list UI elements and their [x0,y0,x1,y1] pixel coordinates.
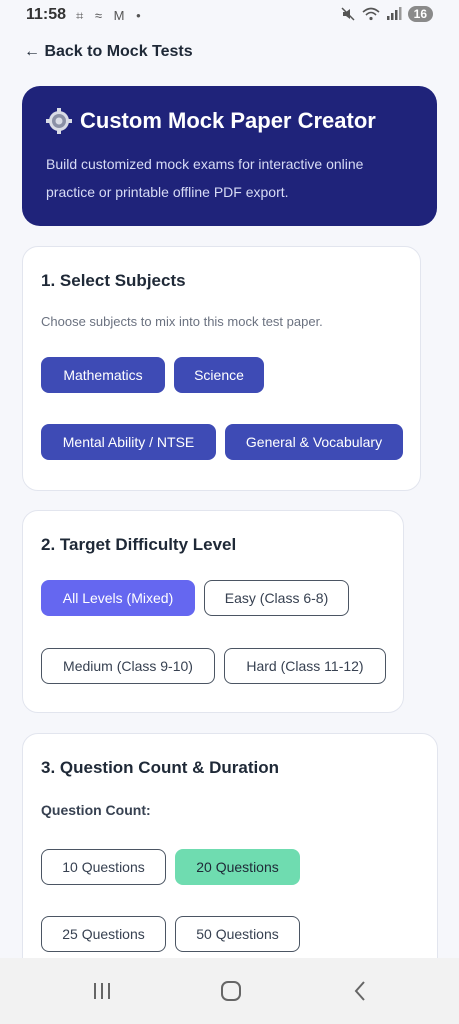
hero-title-text: Custom Mock Paper Creator [80,108,376,133]
subject-chip-mental-ability[interactable]: Mental Ability / NTSE [41,424,216,460]
signal-icon [386,7,402,20]
recent-apps-button[interactable] [82,976,122,1006]
difficulty-card: 2. Target Difficulty Level All Levels (M… [22,510,404,713]
home-button[interactable] [211,976,251,1006]
difficulty-chip-hard[interactable]: Hard (Class 11-12) [224,648,386,684]
subject-chip-science[interactable]: Science [174,357,264,393]
mute-icon [341,7,355,21]
question-count-title: 3. Question Count & Duration [41,758,279,777]
subjects-subtitle: Choose subjects to mix into this mock te… [41,314,323,329]
count-chip-10[interactable]: 10 Questions [41,849,166,885]
subjects-title: 1. Select Subjects [41,271,186,290]
difficulty-chip-easy[interactable]: Easy (Class 6-8) [204,580,349,616]
count-chip-20[interactable]: 20 Questions [175,849,300,885]
subject-chip-general-vocabulary[interactable]: General & Vocabulary [225,424,403,460]
question-count-card: 3. Question Count & Duration Question Co… [22,733,438,993]
difficulty-title: 2. Target Difficulty Level [41,535,237,554]
hero-description: Build customized mock exams for interact… [46,156,364,200]
system-nav-bar [0,958,459,1024]
status-bar: 11:58 ⌗ ≈ M • 16 [0,0,459,32]
difficulty-chip-all-levels[interactable]: All Levels (Mixed) [41,580,195,616]
recent-apps-icon [94,983,110,999]
count-chip-25[interactable]: 25 Questions [41,916,166,952]
page-title: Custom Mock Paper Creator [46,108,413,134]
back-button[interactable] [340,976,380,1006]
gear-icon [46,108,72,134]
status-time: 11:58 [26,6,67,23]
count-chip-50[interactable]: 50 Questions [175,916,300,952]
subjects-card: 1. Select Subjects Choose subjects to mi… [22,246,421,491]
status-right: 16 [340,6,433,22]
notification-icons: ⌗ ≈ M • [76,8,145,23]
battery-icon: 16 [407,6,433,22]
back-to-mock-tests-link[interactable]: ← Back to Mock Tests [24,43,193,61]
back-chevron-icon [354,981,365,1001]
question-count-label: Question Count: [41,802,151,818]
home-icon [221,981,241,1001]
wifi-icon [362,7,380,21]
hero-banner: Custom Mock Paper Creator Build customiz… [22,86,437,226]
subject-chip-mathematics[interactable]: Mathematics [41,357,165,393]
difficulty-chip-medium[interactable]: Medium (Class 9-10) [41,648,215,684]
